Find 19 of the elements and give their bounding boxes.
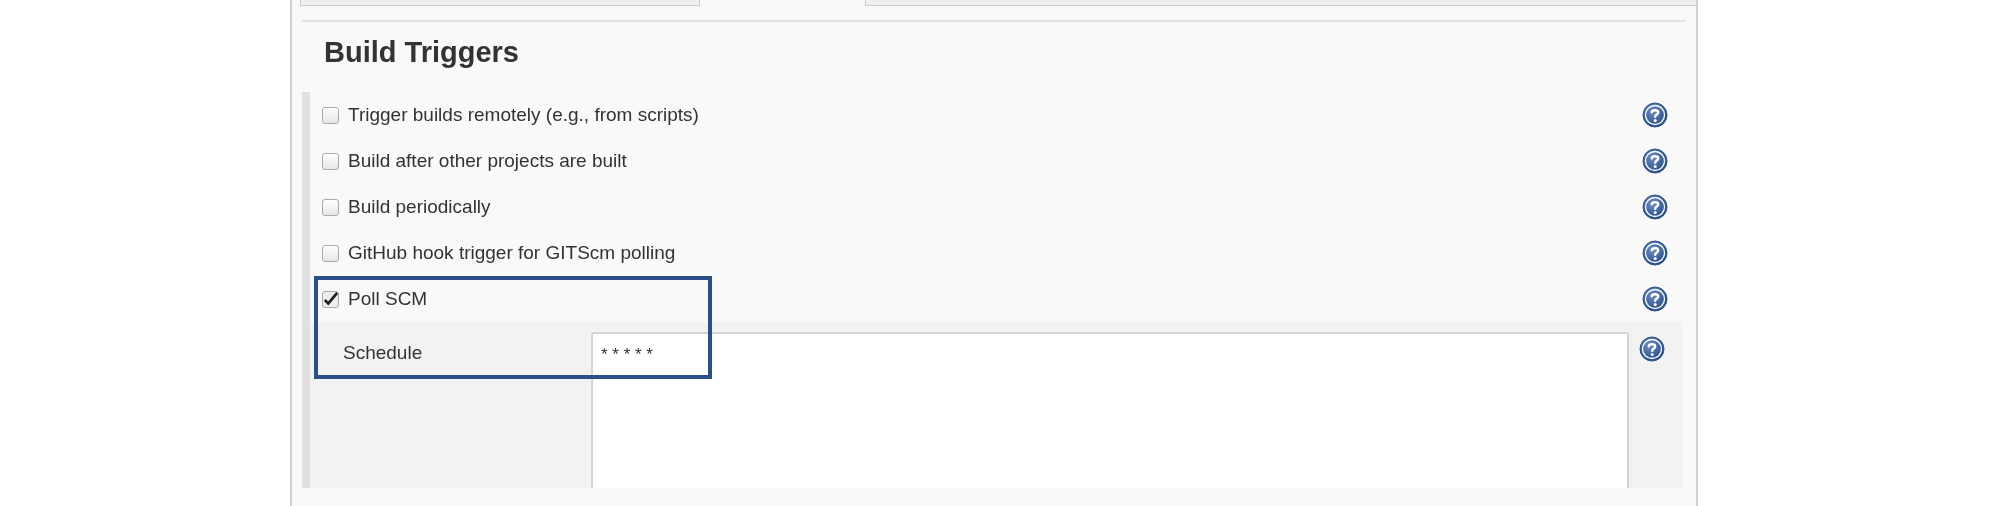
help-icon[interactable] [1642,148,1668,174]
help-icon[interactable] [1642,240,1668,266]
checkbox[interactable] [322,290,339,308]
checkbox[interactable] [322,152,339,170]
checkbox[interactable] [322,244,339,262]
help-icon[interactable] [1642,194,1668,220]
checkbox-label[interactable]: Build periodically [348,196,491,218]
checkbox[interactable] [322,198,339,216]
checkbox-label[interactable]: Poll SCM [348,288,428,310]
section-title: Build Triggers [324,35,520,70]
checkbox-label[interactable]: GitHub hook trigger for GITScm polling [348,242,676,264]
checkbox[interactable] [322,106,339,124]
help-icon[interactable] [1642,102,1668,128]
help-icon[interactable] [1642,286,1668,312]
field-label: Schedule [343,342,424,364]
checkbox-label[interactable]: Trigger builds remotely (e.g., from scripts) [348,104,699,126]
help-icon[interactable] [1639,336,1665,362]
checkbox-label[interactable]: Build after other projects are built [348,150,627,172]
schedule-field[interactable]: * * * * * [591,332,1629,488]
